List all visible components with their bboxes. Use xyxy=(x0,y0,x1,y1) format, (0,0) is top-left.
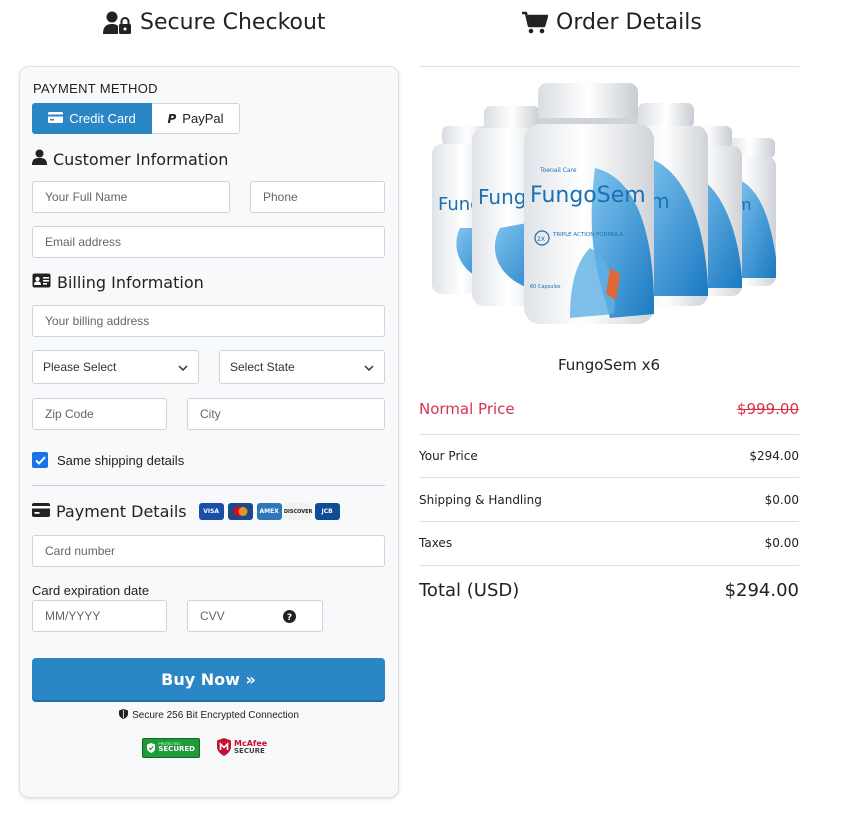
normal-price-label: Normal Price xyxy=(419,400,515,418)
order-top-divider xyxy=(419,66,799,67)
city-input[interactable] xyxy=(187,398,385,430)
payment-method-label: PAYMENT METHOD xyxy=(33,81,158,96)
secure-connection-note: Secure 256 Bit Encrypted Connection xyxy=(20,709,398,722)
state-select[interactable]: Select State xyxy=(219,350,385,384)
taxes-value: $0.00 xyxy=(764,536,799,550)
total-value: $294.00 xyxy=(724,580,799,601)
question-circle-icon[interactable]: ? xyxy=(283,610,296,628)
state-select-value: Select State xyxy=(230,360,295,374)
bottle-formula-text: TRIPLE ACTION FORMULA xyxy=(552,232,623,238)
secured-badge: PROTECTED SECURED xyxy=(142,738,200,758)
billing-address-input[interactable] xyxy=(32,305,385,337)
full-name-input[interactable] xyxy=(32,181,230,213)
row-divider xyxy=(419,521,799,522)
svg-text:?: ? xyxy=(287,613,292,623)
mcafee-badge: McAfee SECURE xyxy=(217,738,267,756)
same-shipping-checkbox[interactable] xyxy=(32,452,48,468)
expiry-input[interactable] xyxy=(32,600,167,632)
same-shipping-row: Same shipping details xyxy=(32,452,184,468)
credit-card-icon xyxy=(48,111,64,126)
amex-logo: AMEX xyxy=(256,503,282,520)
shopping-cart-icon xyxy=(522,11,548,35)
mastercard-logo xyxy=(227,503,253,520)
expiry-label: Card expiration date xyxy=(32,583,150,598)
payment-method-tabs: Credit Card P PayPal xyxy=(32,103,240,134)
taxes-label: Taxes xyxy=(419,536,453,550)
tab-credit-card[interactable]: Credit Card xyxy=(32,103,152,134)
customer-info-title: Customer Information xyxy=(32,149,228,169)
buy-now-button[interactable]: Buy Now » xyxy=(32,658,385,700)
normal-price-row: Normal Price $999.00 xyxy=(419,400,799,418)
phone-input[interactable] xyxy=(250,181,385,213)
same-shipping-label: Same shipping details xyxy=(57,452,185,468)
email-input[interactable] xyxy=(32,226,385,258)
taxes-row: Taxes $0.00 xyxy=(419,536,799,550)
bottle-caps-text: 60 Capsules xyxy=(530,284,561,290)
row-divider xyxy=(419,434,799,435)
country-select-value: Please Select xyxy=(43,360,117,374)
product-image: em Fung ɜm em Fungo xyxy=(420,78,798,340)
shipping-label: Shipping & Handling xyxy=(419,493,542,507)
checkmark-icon xyxy=(34,456,46,465)
shield-icon xyxy=(119,709,129,722)
credit-card-icon xyxy=(32,502,50,521)
product-name: FungoSem x6 xyxy=(557,356,661,374)
total-row: Total (USD) $294.00 xyxy=(419,580,799,601)
order-details-heading: Order Details xyxy=(522,10,702,35)
payment-details-label: Payment Details xyxy=(56,502,187,521)
shield-check-icon xyxy=(147,742,156,754)
country-select[interactable]: Please Select xyxy=(32,350,199,384)
normal-price-value: $999.00 xyxy=(736,400,799,418)
id-card-icon xyxy=(32,273,51,292)
card-number-input[interactable] xyxy=(32,535,385,567)
tab-paypal-label: PayPal xyxy=(182,111,224,126)
chevron-down-icon xyxy=(364,360,374,374)
section-divider xyxy=(32,485,385,486)
user-lock-icon xyxy=(103,11,132,35)
row-divider xyxy=(419,565,799,566)
tab-paypal[interactable]: P PayPal xyxy=(152,103,240,134)
bottle-tag-text: Toenail Care xyxy=(539,167,577,174)
secured-badge-text: SECURED xyxy=(158,745,195,754)
secure-checkout-heading: Secure Checkout xyxy=(103,10,326,35)
svg-text:2X: 2X xyxy=(537,236,545,243)
checkout-form-card: PAYMENT METHOD Credit Card P PayPal Cust… xyxy=(19,66,399,798)
your-price-value: $294.00 xyxy=(749,449,799,463)
total-label: Total (USD) xyxy=(419,580,520,601)
tab-credit-card-label: Credit Card xyxy=(69,111,136,126)
secure-connection-text: Secure 256 Bit Encrypted Connection xyxy=(132,710,299,721)
visa-logo: VISA xyxy=(198,503,224,520)
jcb-logo: JCB xyxy=(314,503,340,520)
customer-info-label: Customer Information xyxy=(53,149,229,169)
paypal-icon: P xyxy=(167,111,177,126)
payment-details-title: Payment Details VISA AMEX DISCOVER JCB xyxy=(32,502,340,521)
your-price-row: Your Price $294.00 xyxy=(419,449,799,463)
secure-checkout-title: Secure Checkout xyxy=(140,10,326,35)
zip-code-input[interactable] xyxy=(32,398,167,430)
chevron-down-icon xyxy=(178,360,188,374)
user-icon xyxy=(32,149,47,169)
cvv-field: ? xyxy=(187,600,323,632)
shipping-value: $0.00 xyxy=(764,493,799,507)
shipping-row: Shipping & Handling $0.00 xyxy=(419,493,799,507)
mcafee-secure-text: SECURE xyxy=(234,746,265,755)
mcafee-shield-icon xyxy=(217,738,231,756)
card-logos: VISA AMEX DISCOVER JCB xyxy=(198,503,340,520)
billing-info-title: Billing Information xyxy=(32,273,204,292)
discover-logo: DISCOVER xyxy=(284,503,312,520)
your-price-label: Your Price xyxy=(419,449,478,463)
billing-info-label: Billing Information xyxy=(57,273,204,292)
order-details-title: Order Details xyxy=(556,10,702,35)
bottle-brand-text: FungoSem xyxy=(530,183,646,208)
cvv-input[interactable] xyxy=(187,600,323,632)
row-divider xyxy=(419,477,799,478)
front-bottle: Toenail Care FungoSem 2X TRIPLE ACTION F… xyxy=(524,83,654,324)
